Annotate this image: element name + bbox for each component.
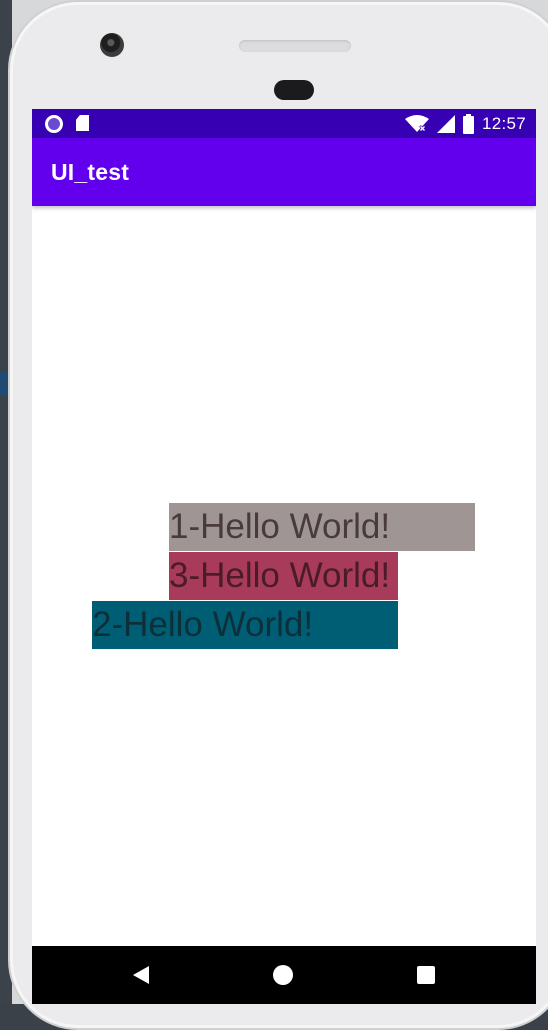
recents-icon[interactable]: [417, 966, 435, 984]
navigation-bar: [32, 946, 536, 1004]
app-title: UI_test: [51, 159, 130, 185]
text-view-3: 3-Hello World!: [169, 552, 398, 600]
signal-icon: [436, 115, 455, 133]
battery-icon: [462, 114, 474, 134]
text-view-1: 1-Hello World!: [169, 503, 475, 551]
proximity-sensor: [274, 80, 314, 100]
earpiece-speaker: [239, 40, 351, 52]
home-icon[interactable]: [273, 965, 293, 985]
app-bar: UI_test: [32, 138, 536, 206]
circle-notification-icon: [45, 115, 63, 133]
text-view-2: 2-Hello World!: [92, 601, 398, 649]
status-time: 12:57: [481, 114, 526, 133]
device-screen: 12:57 UI_test 1-Hello World! 3-Hello Wor…: [32, 109, 536, 1004]
status-right-group: 12:57: [404, 113, 526, 135]
wifi-icon: [404, 115, 429, 132]
front-camera-icon: [100, 33, 124, 57]
status-bar: 12:57: [32, 109, 536, 138]
back-icon[interactable]: [133, 966, 149, 984]
sd-card-icon: [76, 115, 89, 131]
